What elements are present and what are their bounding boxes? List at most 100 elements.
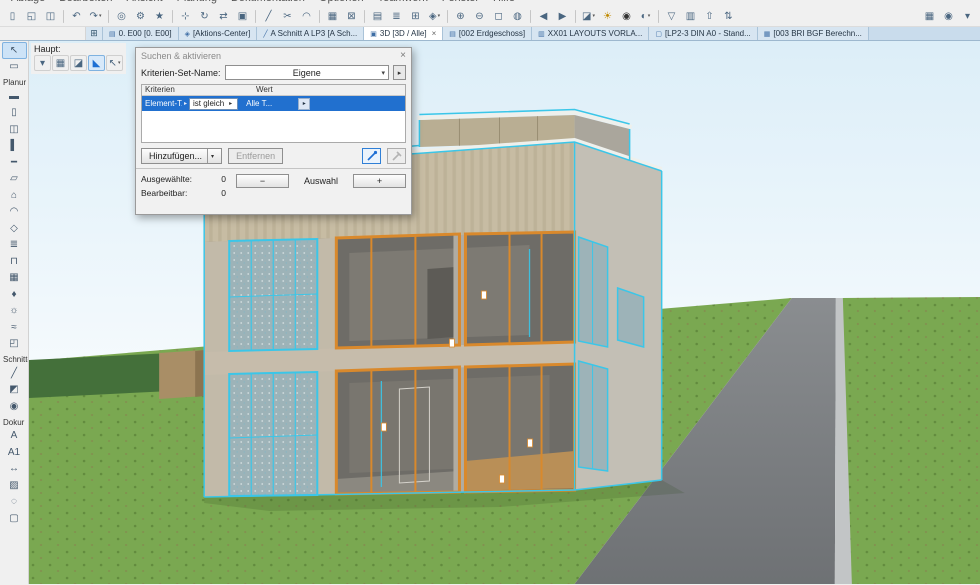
menu-item[interactable]: Planung (170, 0, 224, 6)
tab-bgf[interactable]: ▦ [003 BRI BGF Berechn... (757, 27, 869, 40)
publish-icon[interactable]: ⇧ (700, 8, 719, 25)
find-select-icon[interactable]: ◎ (112, 8, 131, 25)
mirror-icon[interactable]: ⇄ (214, 8, 233, 25)
previous-view-icon[interactable]: ◀ (534, 8, 553, 25)
move-icon[interactable]: ⊹ (176, 8, 195, 25)
morph-tool[interactable]: ◇ (2, 220, 27, 237)
deselect-button[interactable]: − (236, 174, 289, 188)
worksheet-tool[interactable]: ▢ (2, 510, 27, 527)
tab-aktions-center[interactable]: ◈ [Aktions-Center] (178, 27, 258, 40)
tab-e00[interactable]: ▤ 0. E00 [0. E00] (103, 27, 179, 40)
options-caret-icon[interactable]: ▾ (34, 55, 51, 71)
render-icon[interactable]: ◐ (636, 8, 655, 25)
select-button[interactable]: + (353, 174, 406, 188)
slab-tool[interactable]: ▱ (2, 171, 27, 188)
split-icon[interactable]: ╱ (259, 8, 278, 25)
transfer-criteria-button[interactable] (387, 148, 406, 164)
tab-overview-button[interactable]: ⊞ (86, 27, 103, 40)
criteria-set-select[interactable]: Eigene ▾ (224, 65, 389, 80)
trim-icon[interactable]: ✂ (278, 8, 297, 25)
menu-item[interactable]: Teamwork (371, 0, 435, 6)
value-flyout-button[interactable]: ▸ (298, 97, 311, 110)
more-toolbars-icon[interactable]: ▾ (958, 8, 977, 25)
stair-tool[interactable]: ≣ (2, 237, 27, 254)
trowel-icon[interactable]: ◣ (88, 55, 105, 71)
wall-tool[interactable]: ▬ (2, 88, 27, 105)
close-icon[interactable]: × (432, 29, 437, 38)
label-tool[interactable]: A1 (2, 444, 27, 461)
add-criteria-button[interactable]: Hinzufügen... ▾ (141, 148, 223, 164)
stories-icon[interactable]: ≣ (387, 8, 406, 25)
multiply-icon[interactable]: ▣ (233, 8, 252, 25)
zoom-out-icon[interactable]: ⊖ (470, 8, 489, 25)
tab-erdgeschoss[interactable]: ▤ [002 Erdgeschoss] (443, 27, 533, 40)
detail-tool[interactable]: ◌ (2, 494, 27, 511)
dialog-titlebar[interactable]: Suchen & aktivieren × (136, 48, 411, 63)
criterion-cell[interactable]: Element-T... (142, 99, 182, 108)
menu-item[interactable]: Optionen (312, 0, 371, 6)
column-tool[interactable]: ▌ (2, 138, 27, 155)
menu-item[interactable]: Dokumentation (224, 0, 312, 6)
camera-tool[interactable]: ◉ (2, 398, 27, 415)
fit-view-icon[interactable]: ◻ (489, 8, 508, 25)
undo-icon[interactable]: ↶ (67, 8, 86, 25)
favorites-icon[interactable]: ★ (150, 8, 169, 25)
marquee-view-icon[interactable]: ▽ (662, 8, 681, 25)
pick-up-criteria-button[interactable] (362, 148, 381, 164)
value-cell[interactable]: Alle T... (246, 99, 272, 108)
close-icon[interactable]: × (400, 50, 406, 61)
menu-item[interactable]: Hilfe (486, 0, 522, 6)
elevation-tool[interactable]: ◩ (2, 382, 27, 399)
menu-item[interactable]: Ablage (4, 0, 52, 6)
object-tool[interactable]: ♦ (2, 286, 27, 303)
camera-settings-icon[interactable]: ◉ (939, 8, 958, 25)
criteria-set-flyout-button[interactable]: ▸ (393, 65, 406, 80)
railing-tool[interactable]: ⊓ (2, 253, 27, 270)
save-icon[interactable]: ◫ (41, 8, 60, 25)
group-icon[interactable]: ▦ (323, 8, 342, 25)
quick-options-icon[interactable]: ▦ (920, 8, 939, 25)
tab-din-a0[interactable]: ▢ [LP2-3 DIN A0 - Stand... (649, 27, 758, 40)
fill-tool[interactable]: ▨ (2, 477, 27, 494)
section-tool[interactable]: ╱ (2, 365, 27, 382)
element-settings-icon[interactable]: ⚙ (131, 8, 150, 25)
layers-icon[interactable]: ▤ (368, 8, 387, 25)
sun-study-icon[interactable]: ☀ (598, 8, 617, 25)
tab-layouts[interactable]: ▥ XX01 LAYOUTS VORLA... (532, 27, 650, 40)
window-tool[interactable]: ◫ (2, 121, 27, 138)
marquee-tool[interactable]: ▭ (2, 59, 27, 76)
dimension-tool[interactable]: ↔ (2, 461, 27, 478)
curtain-wall-tool[interactable]: ▦ (2, 270, 27, 287)
tab-schnitt[interactable]: ╱ A Schnitt A LP3 [A Sch... (257, 27, 365, 40)
criteria-row[interactable]: Element-T... ▸ ist gleich ▸ Alle T... ▸ (142, 96, 405, 111)
menu-item[interactable]: Fenster (435, 0, 486, 6)
lamp-tool[interactable]: ☼ (2, 303, 27, 320)
grid-pen-icon[interactable]: ▦ (52, 55, 69, 71)
new-file-icon[interactable]: ▯ (3, 8, 22, 25)
tab-3d[interactable]: ▣ 3D [3D / Alle] × (364, 27, 444, 40)
open-file-icon[interactable]: ◱ (22, 8, 41, 25)
redo-icon[interactable]: ↷ (86, 8, 105, 25)
arrow-tool[interactable]: ↖ (1, 42, 27, 59)
rotate-icon[interactable]: ↻ (195, 8, 214, 25)
criteria-list-empty[interactable] (142, 111, 405, 142)
teamwork-sync-icon[interactable]: ⇅ (719, 8, 738, 25)
roof-tool[interactable]: ⌂ (2, 187, 27, 204)
snap-icon[interactable]: ◈ (425, 8, 444, 25)
grid-icon[interactable]: ⊞ (406, 8, 425, 25)
shell-tool[interactable]: ◠ (2, 204, 27, 221)
menu-item[interactable]: Ansicht (119, 0, 169, 6)
chevron-down-icon[interactable]: ▾ (207, 149, 214, 163)
3d-style-icon[interactable]: ◪ (579, 8, 598, 25)
lock-icon[interactable]: ⊠ (342, 8, 361, 25)
layout-book-icon[interactable]: ▥ (681, 8, 700, 25)
zoom-in-icon[interactable]: ⊕ (451, 8, 470, 25)
remove-criteria-button[interactable]: Entfernen (228, 148, 284, 164)
text-tool[interactable]: A (2, 428, 27, 445)
mesh-tool[interactable]: ≈ (2, 319, 27, 336)
door-tool[interactable]: ▯ (2, 105, 27, 122)
fillet-icon[interactable]: ◠ (297, 8, 316, 25)
next-view-icon[interactable]: ▶ (553, 8, 572, 25)
beam-tool[interactable]: ━ (2, 154, 27, 171)
menu-item[interactable]: Bearbeiten (52, 0, 119, 6)
